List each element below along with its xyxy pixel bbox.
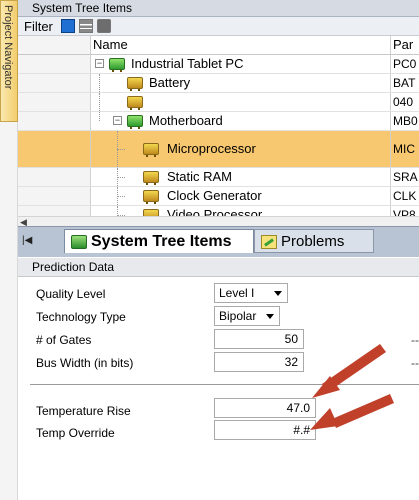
parent-cell: PC0	[393, 57, 417, 71]
tree-header: Name Par	[18, 36, 419, 55]
row-gutter	[18, 131, 91, 167]
filter-label[interactable]: Filter	[24, 19, 53, 34]
tree-row[interactable]: 040	[18, 93, 419, 112]
tree-connector	[117, 196, 125, 197]
annotation-arrow-icon	[310, 394, 394, 430]
tree-row[interactable]: Static RAM SRA	[18, 168, 419, 187]
tab-problems[interactable]: Problems	[254, 229, 374, 253]
name-column-header[interactable]: Name	[91, 36, 391, 54]
row-gutter	[18, 206, 91, 216]
parent-cell: 040	[393, 95, 414, 109]
tab-system-tree-items[interactable]: System Tree Items	[64, 229, 254, 253]
tree-item-label: Motherboard	[149, 113, 223, 128]
grid-icon[interactable]	[78, 19, 93, 33]
tree-cell: Video Processor	[91, 206, 391, 216]
save-icon[interactable]	[60, 19, 75, 33]
parent-cell: VP8	[393, 208, 416, 216]
tree-row[interactable]: Clock Generator CLK	[18, 187, 419, 206]
row-gutter	[18, 55, 91, 73]
parent-column-header[interactable]: Par	[391, 36, 419, 54]
tree-cell: Static RAM	[91, 168, 391, 186]
tree-row[interactable]: Battery BAT	[18, 74, 419, 93]
chip-icon	[143, 209, 159, 216]
row-gutter	[18, 74, 91, 92]
parent-cell: BAT	[393, 76, 416, 90]
panel-title: System Tree Items	[18, 0, 419, 17]
row-gutter	[18, 93, 91, 111]
chip-icon	[127, 96, 143, 110]
chip-icon	[143, 143, 159, 157]
row-gutter	[18, 168, 91, 186]
tree-row[interactable]: − Motherboard MB0	[18, 112, 419, 131]
parent-cell: CLK	[393, 189, 417, 203]
tree-item-label: Industrial Tablet PC	[131, 56, 244, 71]
tree-cell: Microprocessor	[91, 131, 391, 167]
tab-label: System Tree Items	[91, 233, 232, 250]
problems-icon	[261, 235, 277, 249]
green-chip-icon	[127, 115, 143, 129]
tree-cell: Battery	[91, 74, 391, 92]
row-gutter	[18, 187, 91, 205]
annotation-arrows	[310, 344, 394, 430]
tree-connector	[117, 177, 125, 178]
tree-cell	[91, 93, 391, 111]
first-tab-nav-icon[interactable]: |◀	[22, 235, 32, 246]
tree-cell: − Motherboard	[91, 112, 391, 130]
row-gutter	[18, 112, 91, 130]
parent-cell: SRA	[393, 170, 418, 184]
row-header-gutter	[18, 36, 91, 54]
parent-cell: MIC	[393, 142, 415, 156]
annotation-arrow-icon	[312, 344, 386, 398]
tree-item-label: Video Processor	[167, 207, 263, 216]
tree-connector	[99, 74, 100, 92]
tree-item-label: Microprocessor	[167, 141, 256, 156]
tree-connector	[99, 112, 100, 121]
tree-cell: Clock Generator	[91, 187, 391, 205]
tree-row[interactable]: Video Processor VP8	[18, 206, 419, 216]
chip-icon	[127, 77, 143, 91]
system-tree-panel: System Tree Items Filter Name Par − Indu…	[18, 0, 419, 260]
parent-cell: MB0	[393, 114, 418, 128]
chip-icon	[143, 190, 159, 204]
prediction-data-panel: Prediction Data Quality Level Level I Te…	[18, 258, 419, 500]
tab-label: Problems	[281, 233, 345, 250]
tree-item-label: Static RAM	[167, 169, 233, 184]
green-chip-icon	[109, 58, 125, 72]
tree-row-selected[interactable]: Microprocessor MIC	[18, 131, 419, 168]
tree-connector	[99, 93, 100, 111]
tree-toolbar: Filter	[18, 17, 419, 36]
tree-connector	[117, 149, 125, 150]
tree-item-label: Battery	[149, 75, 191, 90]
collapse-toggle-icon[interactable]: −	[113, 116, 122, 125]
tree-item-label: Clock Generator	[167, 188, 262, 203]
tree-grid: Name Par − Industrial Tablet PC PC0 Batt…	[18, 36, 419, 216]
collapse-icon[interactable]	[96, 19, 111, 33]
project-navigator-label: Project Navigator	[2, 5, 14, 90]
tree-cell: − Industrial Tablet PC	[91, 55, 391, 73]
chip-icon	[143, 171, 159, 185]
tree-row[interactable]: − Industrial Tablet PC PC0	[18, 55, 419, 74]
tab-bar: |◀ System Tree Items Problems	[18, 226, 419, 257]
collapse-toggle-icon[interactable]: −	[95, 59, 104, 68]
project-navigator-tab[interactable]: Project Navigator	[0, 0, 18, 122]
navigator-gutter	[0, 122, 18, 500]
tree-items-icon	[71, 235, 87, 249]
